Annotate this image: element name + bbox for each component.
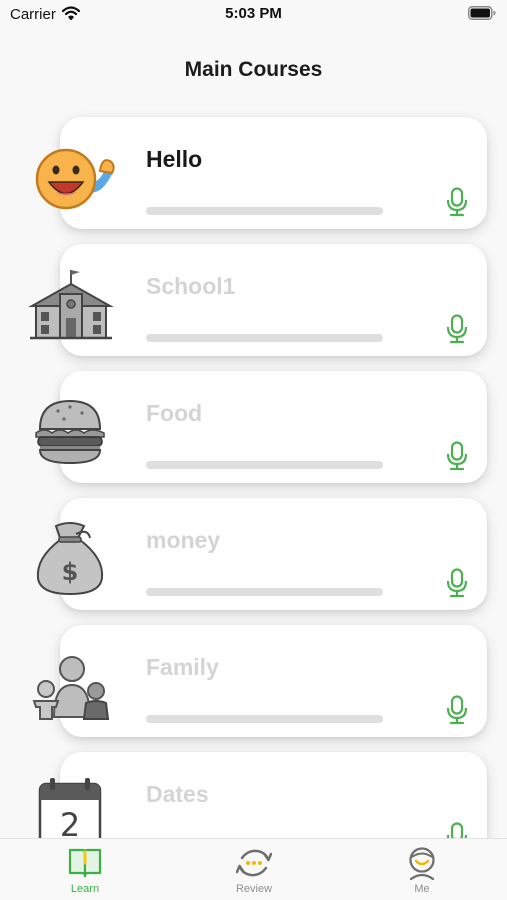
course-title: School1: [146, 273, 236, 299]
tab-me[interactable]: Me: [372, 839, 472, 900]
course-card-money[interactable]: $ money: [36, 498, 487, 610]
tab-learn[interactable]: Learn: [35, 839, 135, 900]
tab-label: Learn: [70, 883, 100, 895]
status-bar: Carrier 5:03 PM: [0, 0, 507, 30]
main-courses-screen: Hello School1 Food $ money Family 2 Date…: [0, 0, 507, 900]
course-progress-bar: [146, 334, 383, 342]
course-progress-bar: [146, 715, 383, 723]
calendar-icon: 2: [38, 778, 102, 838]
microphone-icon[interactable]: [446, 441, 468, 471]
course-card-food[interactable]: Food: [35, 371, 487, 483]
tab-label: Me: [414, 883, 430, 895]
course-list[interactable]: Hello School1 Food $ money Family 2 Date…: [0, 0, 507, 838]
course-title: Dates: [146, 781, 209, 807]
calendar-day-number: 2: [60, 806, 80, 838]
tab-label: Review: [235, 883, 273, 895]
person-icon: [409, 847, 435, 880]
course-title: Family: [146, 654, 219, 680]
course-card-dates[interactable]: 2 Dates: [38, 752, 487, 838]
microphone-icon[interactable]: [446, 568, 468, 598]
tab-review[interactable]: Review: [204, 839, 304, 900]
microphone-icon[interactable]: [446, 187, 468, 217]
microphone-icon[interactable]: [446, 314, 468, 344]
book-icon: [68, 848, 102, 878]
course-card-school1[interactable]: School1: [28, 244, 487, 356]
course-title: money: [146, 527, 221, 553]
course-progress-bar: [146, 461, 383, 469]
svg-text:$: $: [62, 558, 79, 586]
microphone-icon[interactable]: [446, 822, 468, 838]
tab-bar: Learn Review Me: [0, 838, 507, 900]
school-building-icon: [28, 270, 114, 340]
course-title: Hello: [146, 146, 203, 172]
battery-icon: [468, 6, 496, 20]
family-icon: [32, 656, 110, 720]
page-title: Main Courses: [184, 58, 323, 81]
course-card-hello[interactable]: Hello: [35, 117, 487, 229]
course-progress-bar: [146, 588, 383, 596]
course-progress-bar: [146, 207, 383, 215]
smiley-wave-icon: [35, 148, 115, 210]
course-title: Food: [146, 400, 203, 426]
course-card-family[interactable]: Family: [32, 625, 487, 737]
money-bag-icon: $: [36, 522, 104, 596]
status-time: 5:03 PM: [225, 5, 282, 22]
hamburger-icon: [35, 399, 105, 465]
review-cycle-icon: [236, 849, 272, 877]
microphone-icon[interactable]: [446, 695, 468, 725]
